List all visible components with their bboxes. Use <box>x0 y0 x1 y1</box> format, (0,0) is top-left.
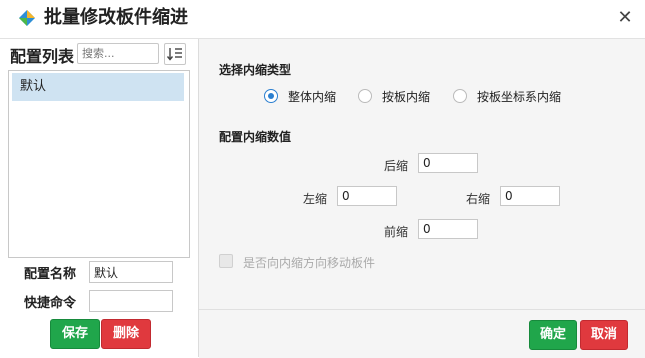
radio-by-board[interactable]: 按板内缩 <box>358 87 430 105</box>
type-section-title: 选择内缩类型 <box>219 63 292 77</box>
title-bar: 批量修改板件缩进 ✕ <box>0 0 645 39</box>
confirm-button[interactable]: 确定 <box>529 320 577 350</box>
right-input[interactable] <box>500 186 560 206</box>
move-boards-checkbox[interactable] <box>219 254 233 268</box>
config-listbox[interactable]: 默认 <box>8 70 190 258</box>
config-list-title: 配置列表 <box>10 47 75 66</box>
shortcut-input[interactable] <box>89 290 173 312</box>
sort-button[interactable] <box>164 43 186 65</box>
dialog-footer: 确定 取消 <box>199 309 645 358</box>
radio-by-board-indicator[interactable] <box>358 89 372 103</box>
save-button[interactable]: 保存 <box>50 319 100 349</box>
shortcut-label: 快捷命令 <box>24 296 77 311</box>
move-boards-label: 是否向内缩方向移动板件 <box>243 256 376 270</box>
values-section-title: 配置内缩数值 <box>219 130 292 144</box>
radio-by-board-coords-indicator[interactable] <box>453 89 467 103</box>
right-label: 右缩 <box>465 192 490 206</box>
radio-overall-indicator[interactable] <box>264 89 278 103</box>
radio-overall[interactable]: 整体内缩 <box>264 87 336 105</box>
delete-button[interactable]: 删除 <box>101 319 151 349</box>
sort-icon <box>166 48 182 61</box>
front-label: 前缩 <box>383 225 408 239</box>
left-input[interactable] <box>337 186 397 206</box>
back-input[interactable] <box>418 153 478 173</box>
config-list-panel: 配置列表 默认 配置名称 快捷命令 保存 删除 <box>0 39 199 357</box>
left-label: 左缩 <box>302 192 327 206</box>
radio-by-board-coords-label: 按板坐标系内缩 <box>477 89 562 104</box>
back-label: 后缩 <box>383 159 408 173</box>
config-name-input[interactable] <box>89 261 173 283</box>
close-icon[interactable]: ✕ <box>615 8 635 28</box>
list-item[interactable]: 默认 <box>12 73 184 101</box>
radio-by-board-label: 按板内缩 <box>382 89 431 104</box>
front-input[interactable] <box>418 219 478 239</box>
radio-by-board-coords[interactable]: 按板坐标系内缩 <box>453 87 561 105</box>
app-logo-icon <box>19 10 35 26</box>
window-title: 批量修改板件缩进 <box>44 7 188 28</box>
search-input[interactable] <box>77 43 159 64</box>
config-name-label: 配置名称 <box>24 267 77 282</box>
radio-overall-label: 整体内缩 <box>288 89 337 104</box>
cancel-button[interactable]: 取消 <box>580 320 628 350</box>
settings-panel: 选择内缩类型 整体内缩 按板内缩 按板坐标系内缩 配置内缩数值 后缩 左缩 右缩… <box>199 39 645 358</box>
